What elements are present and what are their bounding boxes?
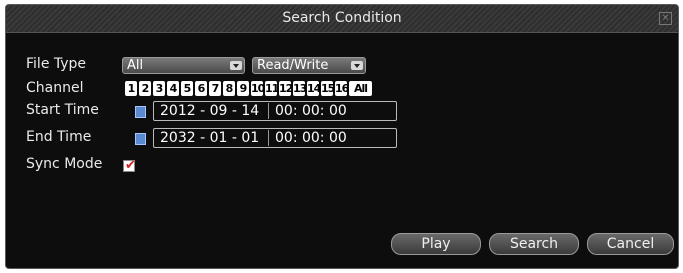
- access-mode-select[interactable]: Read/Write: [252, 57, 366, 74]
- file-type-select[interactable]: All: [122, 57, 245, 74]
- channel-button[interactable]: 10: [251, 81, 265, 96]
- chevron-down-icon: [351, 61, 363, 70]
- channel-button[interactable]: 7: [209, 81, 221, 96]
- channel-button[interactable]: 4: [167, 81, 179, 96]
- check-icon: ✔: [125, 158, 136, 173]
- channel-button[interactable]: 2: [139, 81, 151, 96]
- end-date-value[interactable]: 2032 - 01 - 01: [160, 129, 259, 147]
- search-button[interactable]: Search: [489, 233, 579, 255]
- channel-all-button[interactable]: All: [349, 81, 372, 96]
- file-type-label: File Type: [26, 56, 87, 72]
- start-time-label: Start Time: [26, 102, 99, 118]
- close-icon[interactable]: ×: [659, 12, 672, 25]
- channel-button[interactable]: 8: [223, 81, 235, 96]
- channel-label: Channel: [26, 80, 84, 96]
- channel-button[interactable]: 5: [181, 81, 193, 96]
- channel-button[interactable]: 11: [265, 81, 279, 96]
- channel-button[interactable]: 15: [321, 81, 335, 96]
- chevron-down-icon: [230, 61, 242, 70]
- sync-mode-checkbox[interactable]: ✔: [123, 158, 136, 173]
- end-time-field[interactable]: 2032 - 01 - 01 00: 00: 00: [153, 128, 397, 148]
- field-divider: [268, 103, 269, 119]
- access-mode-value: Read/Write: [257, 58, 329, 73]
- title-bar: Search Condition ×: [6, 5, 678, 33]
- channel-button[interactable]: 9: [237, 81, 249, 96]
- sync-mode-label: Sync Mode: [26, 156, 103, 172]
- channel-button[interactable]: 12: [279, 81, 293, 96]
- start-time-field[interactable]: 2012 - 09 - 14 00: 00: 00: [153, 101, 397, 121]
- field-divider: [268, 130, 269, 146]
- channel-button[interactable]: 14: [307, 81, 321, 96]
- play-button[interactable]: Play: [391, 233, 481, 255]
- dialog-title: Search Condition: [282, 10, 402, 26]
- cancel-button[interactable]: Cancel: [587, 233, 674, 255]
- channel-button[interactable]: 6: [195, 81, 207, 96]
- channel-button[interactable]: 13: [293, 81, 307, 96]
- end-time-label: End Time: [26, 129, 92, 145]
- file-type-value: All: [127, 58, 144, 73]
- start-time-value[interactable]: 00: 00: 00: [275, 102, 347, 120]
- channel-button[interactable]: 3: [153, 81, 165, 96]
- start-date-value[interactable]: 2012 - 09 - 14: [160, 102, 259, 120]
- channel-button[interactable]: 16: [335, 81, 349, 96]
- end-time-value[interactable]: 00: 00: 00: [275, 129, 347, 147]
- calendar-icon[interactable]: [135, 106, 146, 118]
- channel-button[interactable]: 1: [125, 81, 137, 96]
- search-condition-dialog: Search Condition × File Type All Read/Wr…: [5, 4, 679, 269]
- calendar-icon[interactable]: [135, 133, 146, 145]
